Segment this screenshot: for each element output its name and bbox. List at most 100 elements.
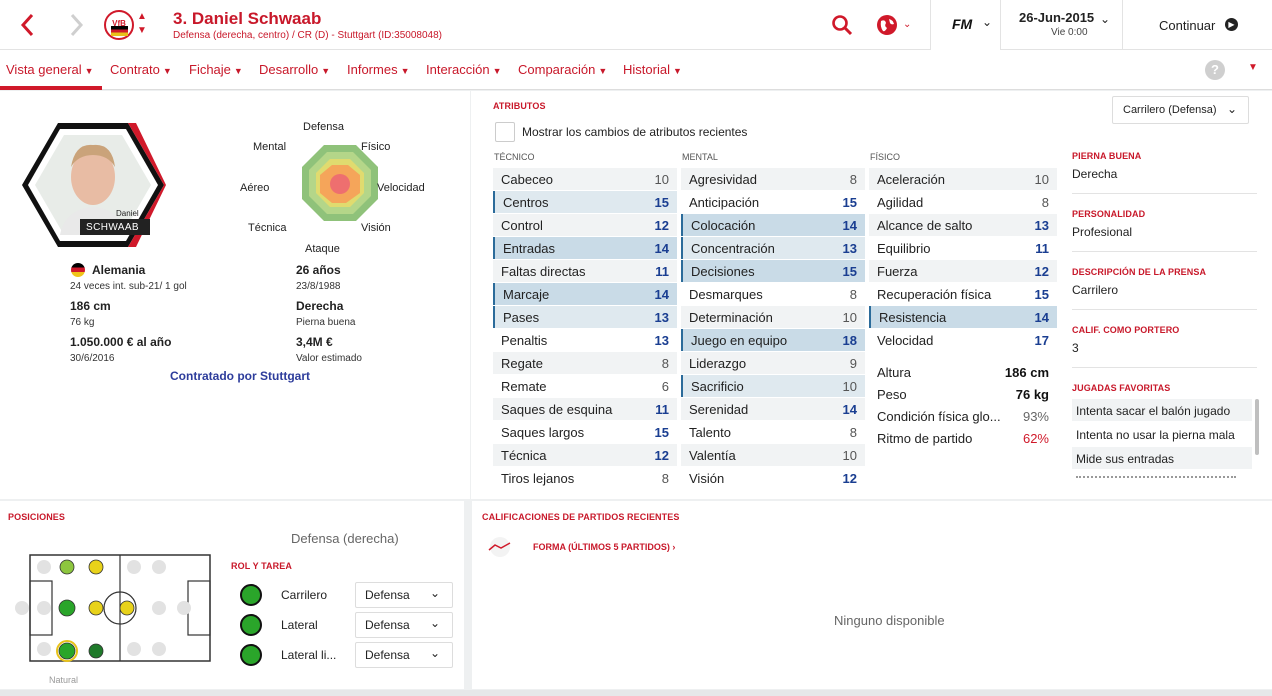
stat-row-ritmo-de-partido: Ritmo de partido 62% — [877, 431, 1049, 446]
attr-row-aceleracion[interactable]: Aceleración 10 — [869, 168, 1057, 190]
attr-row-saques-largos[interactable]: Saques largos 15 — [493, 421, 677, 443]
date-of-birth: 23/8/1988 — [296, 281, 341, 292]
continue-button[interactable]: Continuar ▶ — [1122, 0, 1272, 50]
attr-row-serenidad[interactable]: Serenidad 14 — [681, 398, 865, 420]
fm-menu-button[interactable]: FM ⌄ — [930, 0, 1000, 50]
recent-ratings-panel: CALIFICACIONES DE PARTIDOS RECIENTES FOR… — [472, 501, 1272, 689]
ppm-list[interactable]: Intenta sacar el balón jugado Intenta no… — [1072, 399, 1252, 485]
personality-title: PERSONALIDAD — [1072, 209, 1146, 219]
photo-first-name: Daniel — [116, 209, 139, 218]
contract-end: 30/6/2016 — [70, 353, 115, 364]
ppm-scrollbar[interactable] — [1255, 399, 1259, 455]
attr-row-recuperacion-fisica[interactable]: Recuperación física 15 — [869, 283, 1057, 305]
foot-title: PIERNA BUENA — [1072, 151, 1142, 161]
club-badge[interactable]: VfB — [104, 10, 134, 40]
height: 186 cm — [70, 299, 111, 313]
role-duty-dropdown[interactable]: Defensa ⌄ — [355, 582, 453, 608]
radar-label-vision: Visión — [361, 222, 391, 234]
attr-row-tecnica[interactable]: Técnica 12 — [493, 444, 677, 466]
attr-row-agilidad[interactable]: Agilidad 8 — [869, 191, 1057, 213]
role-name: Lateral — [281, 618, 318, 632]
tab-interaccion[interactable]: Interacción ▼ — [426, 62, 502, 77]
recent-changes-label: Mostrar los cambios de atributos recient… — [522, 125, 748, 139]
attr-row-pases[interactable]: Pases 13 — [493, 306, 677, 328]
attr-row-sacrificio[interactable]: Sacrificio 10 — [681, 375, 865, 397]
positions-pitch[interactable] — [14, 551, 214, 667]
date-chevron-down-icon: ⌄ — [1100, 12, 1111, 26]
radar-label-ataque: Ataque — [305, 243, 340, 255]
attr-row-anticipacion[interactable]: Anticipación 15 — [681, 191, 865, 213]
stat-row-altura: Altura 186 cm — [877, 365, 1049, 380]
age: 26 años — [296, 263, 341, 277]
stat-row-condicion-fisica: Condición física glo... 93% — [877, 409, 1049, 424]
attr-row-equilibrio[interactable]: Equilibrio 11 — [869, 237, 1057, 259]
fm-chevron-down-icon: ⌄ — [982, 15, 993, 29]
attr-row-marcaje[interactable]: Marcaje 14 — [493, 283, 677, 305]
attr-row-control[interactable]: Control 12 — [493, 214, 677, 236]
tab-desarrollo[interactable]: Desarrollo ▼ — [259, 62, 330, 77]
positions-title: POSICIONES — [8, 512, 66, 522]
tab-vista-general[interactable]: Vista general ▼ — [6, 62, 94, 77]
attr-row-faltas-directas[interactable]: Faltas directas 11 — [493, 260, 677, 282]
attr-row-valentia[interactable]: Valentía 10 — [681, 444, 865, 466]
back-icon[interactable] — [16, 12, 40, 38]
attr-row-concentracion[interactable]: Concentración 13 — [681, 237, 865, 259]
attr-row-agresividad[interactable]: Agresividad 8 — [681, 168, 865, 190]
attr-row-resistencia[interactable]: Resistencia 14 — [869, 306, 1057, 328]
recent-changes-checkbox[interactable] — [495, 122, 515, 142]
attr-row-saques-de-esquina[interactable]: Saques de esquina 11 — [493, 398, 677, 420]
tab-contrato[interactable]: Contrato ▼ — [110, 62, 172, 77]
signed-by-link[interactable]: Contratado por Stuttgart — [170, 369, 310, 383]
radar-label-aereo: Aéreo — [240, 182, 270, 194]
search-icon[interactable] — [831, 14, 853, 36]
forward-icon[interactable] — [64, 12, 88, 38]
attr-row-determinacion[interactable]: Determinación 10 — [681, 306, 865, 328]
press-value: Carrilero — [1072, 283, 1119, 297]
top-bar: VfB ▲ ▼ 3. Daniel Schwaab Defensa (derec… — [0, 0, 1272, 50]
role-duty-dropdown[interactable]: Defensa ⌄ — [355, 642, 453, 668]
personality-value: Profesional — [1072, 225, 1133, 239]
tab-historial[interactable]: Historial ▼ — [623, 62, 682, 77]
role-duty-dropdown[interactable]: Defensa ⌄ — [355, 612, 453, 638]
preferred-foot-label: Pierna buena — [296, 317, 356, 328]
attr-row-juego-en-equipo[interactable]: Juego en equipo 18 — [681, 329, 865, 351]
world-icon[interactable] — [876, 14, 898, 36]
attribute-radar: Defensa Físico Velocidad Visión Ataque T… — [240, 119, 440, 259]
continue-label: Continuar — [1159, 18, 1216, 33]
attr-row-velocidad[interactable]: Velocidad 17 — [869, 329, 1057, 351]
attr-row-centros[interactable]: Centros 15 — [493, 191, 677, 213]
role-dropdown-value: Carrilero (Defensa) — [1123, 104, 1217, 116]
attr-row-talento[interactable]: Talento 8 — [681, 421, 865, 443]
attr-row-colocacion[interactable]: Colocación 14 — [681, 214, 865, 236]
attr-row-desmarques[interactable]: Desmarques 8 — [681, 283, 865, 305]
ppm-item: Mide sus entradas — [1072, 447, 1252, 469]
attr-row-decisiones[interactable]: Decisiones 15 — [681, 260, 865, 282]
attr-row-alcance-de-salto[interactable]: Alcance de salto 13 — [869, 214, 1057, 236]
tab-fichaje[interactable]: Fichaje ▼ — [189, 62, 243, 77]
duty-chevron-icon: ⌄ — [430, 616, 441, 630]
fisico-header: FÍSICO — [870, 152, 901, 162]
tab-comparacion[interactable]: Comparación ▼ — [518, 62, 607, 77]
help-icon[interactable]: ? — [1205, 60, 1225, 80]
player-photo: Daniel SCHWAAB — [20, 121, 166, 249]
role-dropdown[interactable]: Carrilero (Defensa) ⌄ — [1112, 96, 1249, 124]
world-chevron-down-icon[interactable]: ⌄ — [903, 19, 911, 30]
tab-informes[interactable]: Informes ▼ — [347, 62, 410, 77]
date-panel[interactable]: 26-Jun-2015 Vie 0:00 ⌄ — [1000, 0, 1122, 50]
attr-row-liderazgo[interactable]: Liderazgo 9 — [681, 352, 865, 374]
form-link[interactable]: FORMA (ÚLTIMOS 5 PARTIDOS) › — [533, 542, 675, 552]
player-switch-up-icon[interactable]: ▲ — [137, 11, 147, 22]
attr-row-tiros-lejanos[interactable]: Tiros lejanos 8 — [493, 467, 677, 489]
role-name: Carrilero — [281, 588, 328, 602]
radar-label-fisico: Físico — [361, 141, 391, 153]
attr-row-regate[interactable]: Regate 8 — [493, 352, 677, 374]
attr-row-fuerza[interactable]: Fuerza 12 — [869, 260, 1057, 282]
attr-row-penaltis[interactable]: Penaltis 13 — [493, 329, 677, 351]
attr-row-vision[interactable]: Visión 12 — [681, 467, 865, 489]
player-switch-down-icon[interactable]: ▼ — [137, 25, 147, 36]
nationality: Alemania — [92, 263, 146, 277]
attr-row-cabeceo[interactable]: Cabeceo 10 — [493, 168, 677, 190]
attr-row-remate[interactable]: Remate 6 — [493, 375, 677, 397]
attr-row-entradas[interactable]: Entradas 14 — [493, 237, 677, 259]
menu-chevron-down-icon[interactable]: ▼ — [1248, 62, 1258, 73]
